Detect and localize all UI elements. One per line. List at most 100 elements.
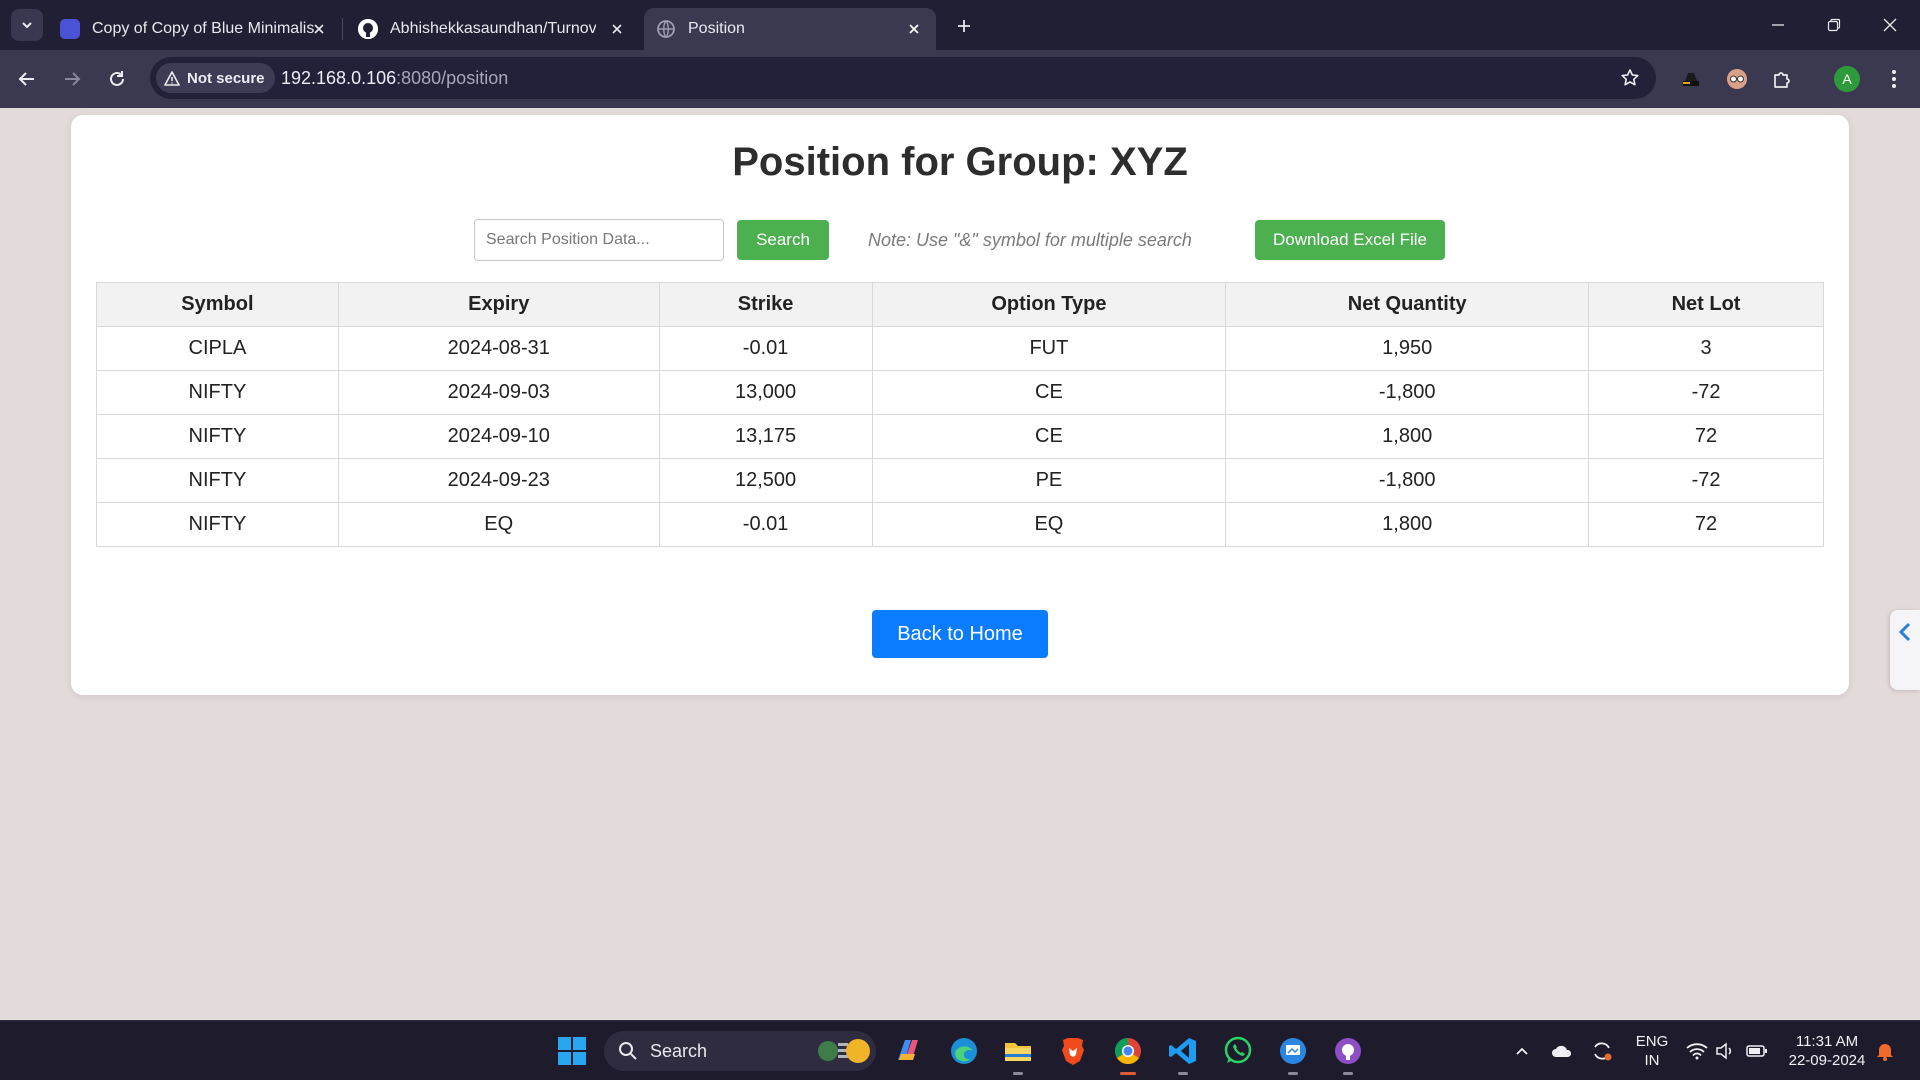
cell-net-lot: 72 [1588,502,1824,547]
cell-strike: -0.01 [658,502,873,547]
clock-time: 11:31 AM [1795,1033,1859,1050]
volume-tray[interactable] [1713,1039,1737,1063]
search-button[interactable]: Search [737,220,829,260]
extensions-menu-button[interactable] [1767,64,1797,94]
show-hidden-icons-button[interactable] [1510,1039,1534,1063]
table-row: NIFTY EQ -0.01 EQ 1,800 72 [96,502,1824,547]
close-tab-icon[interactable] [310,20,328,38]
bookmark-star-button[interactable] [1618,66,1642,90]
cell-option-type: FUT [871,326,1227,371]
battery-icon [1746,1045,1767,1057]
plus-icon [958,20,970,32]
table-row: NIFTY 2024-09-10 13,175 CE 1,800 72 [96,414,1824,459]
close-window-button[interactable] [1872,10,1908,40]
reload-button[interactable] [100,62,134,96]
slides-favicon-icon [60,19,80,39]
puzzle-icon [1774,72,1790,88]
tab-search-button[interactable] [11,9,43,41]
taskbar-search[interactable]: Search [604,1031,876,1071]
chevron-up-icon [1516,1047,1528,1055]
restore-button[interactable] [1816,10,1852,40]
url-path: :8080/position [396,68,509,88]
running-indicator [1013,1072,1023,1075]
clock-date: 22-09-2024 [1788,1052,1866,1069]
security-label: Not secure [187,69,265,87]
language-indicator[interactable]: ENG IN [1634,1032,1670,1070]
cell-net-lot: 72 [1588,414,1824,459]
tab-slides[interactable]: Copy of Copy of Blue Minimalis [56,8,336,50]
tab-title: Abhishekkasaundhan/Turnover [390,20,596,37]
onedrive-tray[interactable] [1550,1039,1574,1063]
cloud-icon [1552,1045,1572,1057]
notifications-button[interactable] [1873,1039,1897,1063]
download-excel-button[interactable]: Download Excel File [1255,220,1445,260]
new-tab-button[interactable] [950,12,978,40]
side-panel-toggle[interactable] [1890,610,1920,690]
brave-icon [1062,1038,1084,1065]
sync-tray[interactable] [1590,1039,1614,1063]
minimize-icon [1772,24,1784,26]
taskbar-whatsapp[interactable] [1221,1034,1255,1068]
wifi-tray[interactable] [1685,1039,1709,1063]
more-vertical-icon [1892,70,1896,88]
extension-hat-icon [1683,73,1699,86]
cell-strike: 13,000 [658,370,873,415]
cell-option-type: CE [871,414,1227,459]
running-indicator [1288,1072,1298,1075]
cell-symbol: NIFTY [96,370,339,415]
back-nav-button[interactable] [10,62,44,96]
back-to-home-button[interactable]: Back to Home [872,610,1048,658]
forward-nav-button[interactable] [55,62,89,96]
close-icon [1883,18,1897,32]
cell-net-quantity: -1,800 [1225,370,1590,415]
warning-icon [164,70,180,86]
minimize-button[interactable] [1760,10,1796,40]
cell-symbol: NIFTY [96,502,339,547]
close-tab-icon[interactable] [608,20,626,38]
search-icon [619,1042,637,1060]
taskbar-chrome[interactable] [1111,1034,1145,1075]
battery-tray[interactable] [1745,1039,1769,1063]
close-tab-icon[interactable] [905,20,923,38]
security-chip[interactable]: Not secure [156,63,275,93]
address-bar[interactable]: Not secure 192.168.0.106:8080/position [150,57,1656,99]
tab-github[interactable]: Abhishekkasaundhan/Turnover [354,8,636,50]
taskbar-file-explorer[interactable] [1001,1034,1035,1075]
extension-button[interactable] [1676,64,1706,94]
cell-strike: -0.01 [658,326,873,371]
cell-net-lot: 3 [1588,326,1824,371]
copilot-icon [898,1040,918,1060]
tab-position[interactable]: Position [644,8,936,50]
language-code: ENG [1635,1033,1669,1050]
browser-menu-button[interactable] [1879,64,1909,94]
cell-net-quantity: -1,800 [1225,458,1590,503]
table-row: NIFTY 2024-09-03 13,000 CE -1,800 -72 [96,370,1824,415]
folder-icon [1005,1043,1031,1061]
start-button[interactable] [555,1034,589,1068]
taskbar-remote-app[interactable] [1276,1034,1310,1075]
speaker-icon [1716,1042,1732,1060]
url-text: 192.168.0.106:8080/position [281,68,508,89]
cell-strike: 12,500 [658,458,873,503]
taskbar-edge[interactable] [947,1034,981,1068]
globe-favicon-icon [656,19,676,39]
restore-icon [1827,18,1841,32]
edge-icon [951,1038,977,1064]
extension-button[interactable] [1722,64,1752,94]
clock[interactable]: 11:31 AM 22-09-2024 [1782,1032,1872,1070]
column-header-net-lot: Net Lot [1588,282,1824,327]
taskbar-vscode[interactable] [1166,1034,1200,1075]
taskbar-github-desktop[interactable] [1331,1034,1365,1075]
taskbar-copilot[interactable] [891,1034,925,1068]
cell-expiry: 2024-09-03 [337,370,660,415]
table-row: CIPLA 2024-08-31 -0.01 FUT 1,950 3 [96,326,1824,371]
search-input[interactable] [474,219,724,261]
cell-expiry: 2024-09-10 [337,414,660,459]
windows-logo-icon [558,1037,586,1065]
github-favicon-icon [358,19,378,39]
cell-expiry: 2024-09-23 [337,458,660,503]
profile-avatar[interactable]: A [1834,66,1860,92]
taskbar-brave[interactable] [1056,1034,1090,1068]
cell-net-lot: -72 [1588,370,1824,415]
region-code: IN [1644,1052,1660,1069]
